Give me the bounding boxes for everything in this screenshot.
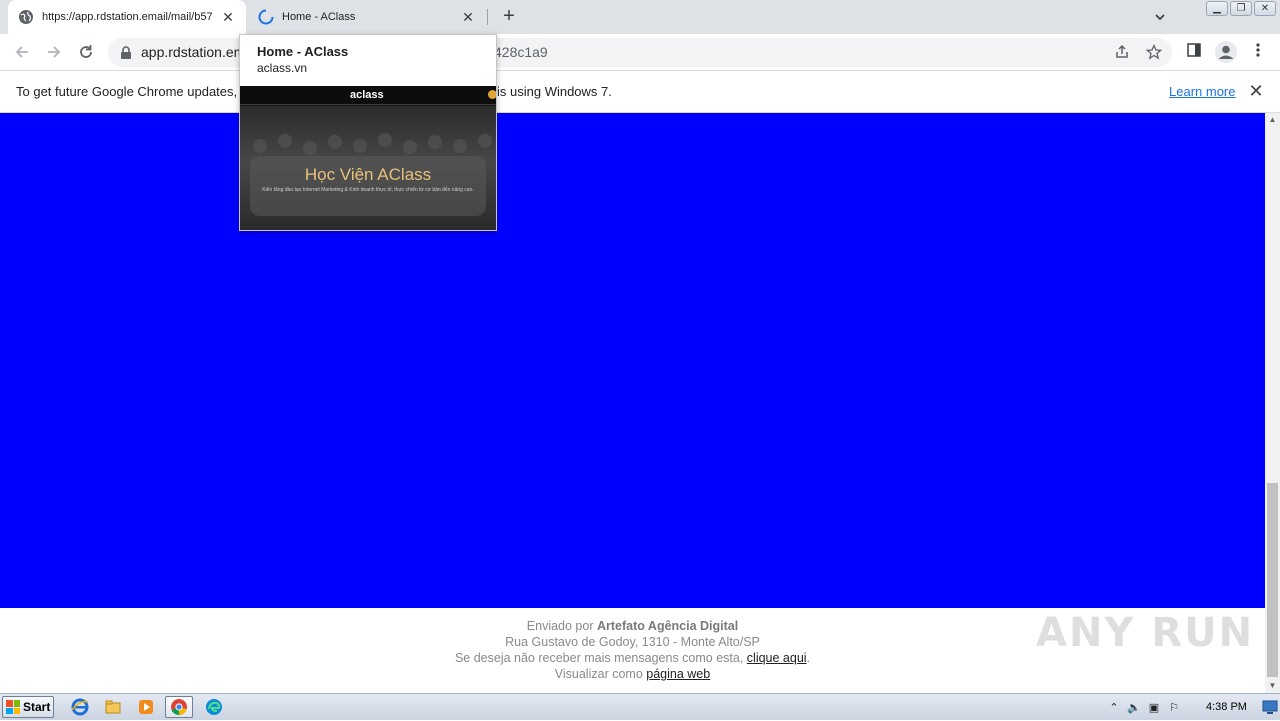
minimize-button[interactable]: ▁ [1206,1,1228,16]
window-controls: ▁ ❐ ✕ [1206,1,1276,16]
thumbnail-headline: Học Viện AClass [304,165,432,184]
thumbnail-header: aclass [240,86,496,105]
start-button[interactable]: Start [2,696,54,718]
learn-more-link[interactable]: Learn more [1169,84,1235,99]
action-center-flag-icon[interactable]: ⚐ [1164,698,1184,718]
update-infobar: To get future Google Chrome updates, y i… [0,71,1280,113]
star-icon[interactable] [1145,43,1163,62]
back-arrow-icon[interactable] [12,42,32,62]
show-hidden-icons-icon[interactable]: ⌃ [1104,698,1124,718]
sent-by-prefix: Enviado por [526,619,594,633]
infobar-text-end: is using Windows 7. [497,84,612,99]
kebab-menu-icon[interactable] [1248,42,1268,62]
unsubscribe-suffix: . [806,651,811,665]
windows-logo-icon [6,700,20,714]
infobar-text-start: To get future Google Chrome updates, y [16,84,248,99]
thumbnail-dot-icon [488,90,496,99]
lock-icon [120,46,132,59]
vertical-scrollbar[interactable]: ▲ ▼ [1265,113,1280,693]
tab-rdstation[interactable]: https://app.rdstation.email/mail/b57 ✕ [8,0,246,34]
unsubscribe-link[interactable]: clique aqui [747,651,807,665]
tab-title: Home - AClass [282,11,356,23]
hover-card-domain: aclass.vn [257,61,308,75]
forward-arrow-icon[interactable] [44,42,64,62]
anyrun-watermark: ANY RUN [1036,610,1255,656]
restore-button[interactable]: ❐ [1230,1,1252,16]
plus-icon[interactable]: + [499,6,519,26]
unsubscribe-prefix: Se deseja não receber mais mensagens com… [454,651,744,665]
scroll-down-arrow-icon[interactable]: ▼ [1265,679,1280,693]
tab-strip: https://app.rdstation.email/mail/b57 ✕ H… [0,0,1280,34]
close-tab-icon[interactable]: ✕ [460,9,476,25]
email-banner [0,113,1265,608]
loading-spinner-icon [258,9,274,25]
network-icon[interactable]: ▣ [1144,698,1164,718]
hover-card-thumbnail: aclass Học Viện AClass Kiến tăng đào tạo… [240,86,496,230]
sender-name: Artefato Agência Digital [596,619,739,633]
view-web-line: Visualizar como página web [0,666,1265,682]
reload-icon[interactable] [76,42,96,62]
globe-icon [18,9,34,25]
url-tail: 428c1a9 [494,44,548,60]
scroll-up-arrow-icon[interactable]: ▲ [1265,113,1280,127]
view-prefix: Visualizar como [554,667,643,681]
browser-toolbar: app.rdstation.em 428c1a9 [0,34,1280,71]
web-view-link[interactable]: página web [646,667,710,681]
windows-taskbar: Start ⌃ 🔈 ▣ ⚐ 4:38 PM [0,693,1280,720]
tab-hover-card: Home - AClass aclass.vn aclass Học Viện … [239,34,497,231]
chrome-icon[interactable] [165,696,193,718]
close-icon[interactable]: ✕ [1248,82,1264,100]
ie-icon[interactable] [66,696,94,718]
close-window-button[interactable]: ✕ [1254,1,1276,16]
share-icon[interactable] [1113,44,1131,62]
system-tray: ⌃ 🔈 ▣ ⚐ [1104,694,1280,721]
hover-card-title: Home - AClass [257,44,349,59]
chevron-down-icon[interactable] [1152,9,1168,25]
tab-aclass[interactable]: Home - AClass ✕ [248,0,486,34]
url-text: app.rdstation.em [141,44,246,60]
tab-title: https://app.rdstation.email/mail/b57 [42,11,213,23]
media-player-icon[interactable] [132,696,160,718]
scroll-thumb[interactable] [1267,483,1278,677]
explorer-icon[interactable] [99,696,127,718]
taskbar-clock[interactable]: 4:38 PM [1206,701,1247,713]
start-label: Start [23,700,51,714]
thumbnail-subtext: Kiến tăng đào tạo Internet Marketing & K… [262,187,474,193]
email-content: Enviado por Artefato Agência Digital Rua… [0,113,1265,693]
close-tab-icon[interactable]: ✕ [220,9,236,25]
volume-icon[interactable]: 🔈 [1124,698,1144,718]
aclass-logo: aclass [350,89,384,101]
tab-separator [487,9,488,25]
edge-icon[interactable] [200,696,228,718]
side-panel-icon[interactable] [1184,42,1204,62]
profile-avatar-icon[interactable] [1215,41,1237,63]
show-desktop-icon[interactable] [1262,698,1278,716]
